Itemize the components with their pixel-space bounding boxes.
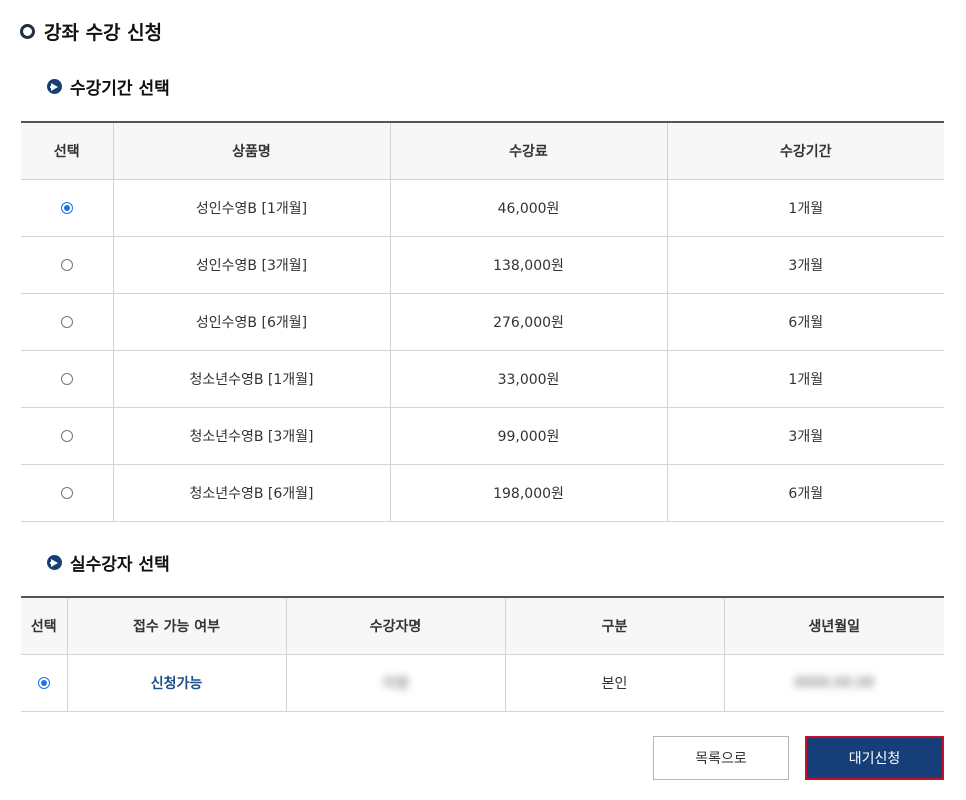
- product-cell: 청소년수영B [3개월]: [113, 407, 391, 465]
- table-row[interactable]: 청소년수영B [3개월] 99,000원 3개월: [21, 407, 944, 465]
- product-cell: 성인수영B [6개월]: [113, 293, 391, 351]
- student-table-header: 선택 접수 가능 여부 수강자명 구분 생년월일: [21, 597, 944, 655]
- arrow-right-circle-icon: [47, 555, 62, 570]
- period-cell: 3개월: [667, 236, 944, 294]
- period-section-title: 수강기간 선택: [47, 74, 170, 99]
- ring-bullet-icon: [20, 24, 35, 39]
- period-cell: 6개월: [667, 293, 944, 351]
- table-row[interactable]: 성인수영B [6개월] 276,000원 6개월: [21, 293, 944, 351]
- period-radio[interactable]: [60, 259, 73, 271]
- header-birth: 생년월일: [724, 597, 944, 655]
- select-cell: [21, 179, 114, 237]
- student-table: 선택 접수 가능 여부 수강자명 구분 생년월일 신청가능 이영 본인 0000…: [21, 596, 944, 712]
- select-cell: [21, 464, 114, 522]
- product-cell: 성인수영B [1개월]: [113, 179, 391, 237]
- period-radio[interactable]: [60, 316, 73, 328]
- table-row[interactable]: 성인수영B [3개월] 138,000원 3개월: [21, 236, 944, 294]
- table-row[interactable]: 청소년수영B [6개월] 198,000원 6개월: [21, 464, 944, 522]
- period-table-header: 선택 상품명 수강료 수강기간: [21, 122, 944, 180]
- fee-cell: 138,000원: [390, 236, 668, 294]
- period-radio[interactable]: [60, 202, 73, 214]
- period-radio[interactable]: [60, 487, 73, 499]
- header-select: 선택: [21, 597, 68, 655]
- student-name-blurred: 이영: [382, 676, 409, 692]
- header-name: 수강자명: [286, 597, 506, 655]
- type-cell: 본인: [505, 654, 725, 712]
- header-select: 선택: [21, 122, 114, 180]
- period-cell: 1개월: [667, 350, 944, 408]
- page-title-text: 강좌 수강 신청: [44, 22, 163, 44]
- header-period: 수강기간: [667, 122, 944, 180]
- birthdate-blurred: 0000.00.00: [794, 675, 875, 691]
- fee-cell: 198,000원: [390, 464, 668, 522]
- table-row[interactable]: 신청가능 이영 본인 0000.00.00: [21, 654, 944, 712]
- select-cell: [21, 407, 114, 465]
- product-cell: 청소년수영B [6개월]: [113, 464, 391, 522]
- fee-cell: 33,000원: [390, 350, 668, 408]
- birth-cell: 0000.00.00: [724, 654, 944, 712]
- arrow-right-circle-icon: [47, 79, 62, 94]
- status-cell: 신청가능: [67, 654, 287, 712]
- select-cell: [21, 293, 114, 351]
- select-cell: [21, 350, 114, 408]
- period-radio[interactable]: [60, 430, 73, 442]
- select-cell: [21, 654, 68, 712]
- fee-cell: 276,000원: [390, 293, 668, 351]
- header-fee: 수강료: [390, 122, 668, 180]
- header-product: 상품명: [113, 122, 391, 180]
- period-table: 선택 상품명 수강료 수강기간 성인수영B [1개월] 46,000원 1개월 …: [21, 121, 944, 522]
- student-radio[interactable]: [37, 677, 50, 689]
- product-cell: 성인수영B [3개월]: [113, 236, 391, 294]
- period-cell: 6개월: [667, 464, 944, 522]
- period-cell: 3개월: [667, 407, 944, 465]
- list-button[interactable]: 목록으로: [653, 736, 789, 780]
- header-type: 구분: [505, 597, 725, 655]
- table-row[interactable]: 성인수영B [1개월] 46,000원 1개월: [21, 179, 944, 237]
- waitlist-button[interactable]: 대기신청: [805, 736, 944, 780]
- page-title: 강좌 수강 신청: [20, 18, 162, 45]
- table-row[interactable]: 청소년수영B [1개월] 33,000원 1개월: [21, 350, 944, 408]
- fee-cell: 99,000원: [390, 407, 668, 465]
- header-status: 접수 가능 여부: [67, 597, 287, 655]
- student-section-title-text: 실수강자 선택: [70, 555, 170, 575]
- select-cell: [21, 236, 114, 294]
- period-radio[interactable]: [60, 373, 73, 385]
- period-section-title-text: 수강기간 선택: [70, 79, 170, 99]
- name-cell: 이영: [286, 654, 506, 712]
- product-cell: 청소년수영B [1개월]: [113, 350, 391, 408]
- period-cell: 1개월: [667, 179, 944, 237]
- fee-cell: 46,000원: [390, 179, 668, 237]
- student-section-title: 실수강자 선택: [47, 550, 170, 575]
